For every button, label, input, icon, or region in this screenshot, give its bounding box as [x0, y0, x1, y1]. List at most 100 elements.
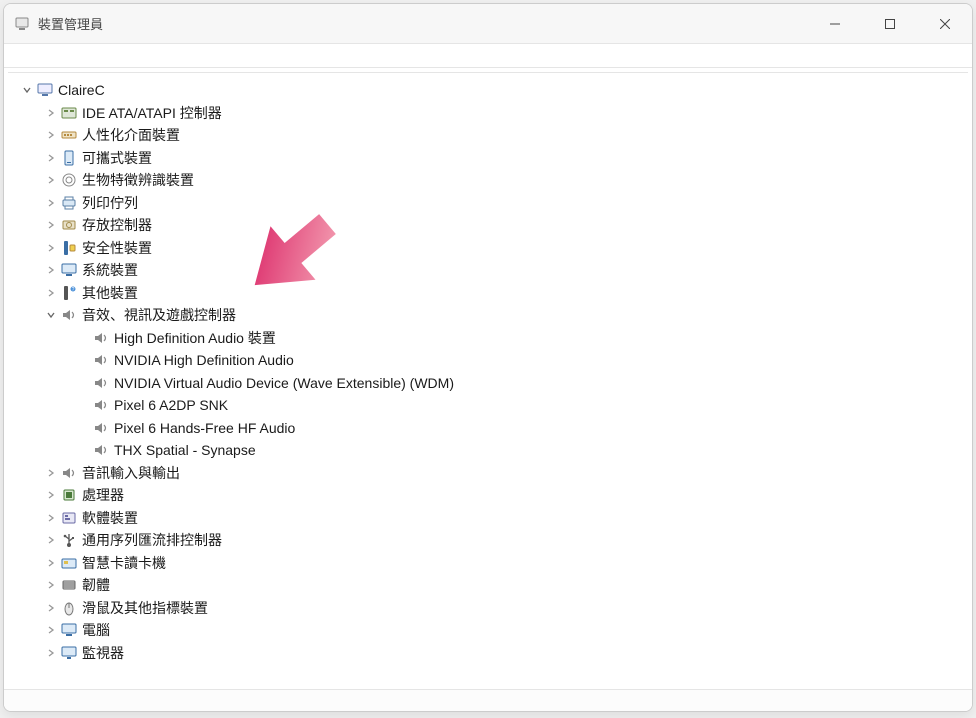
tree-device[interactable]: NVIDIA High Definition Audio [16, 349, 968, 372]
tree-category[interactable]: 安全性裝置 [16, 237, 968, 260]
content-area: ClaireC IDE ATA/ATAPI 控制器人性化介面裝置可攜式裝置生物特… [8, 72, 968, 689]
speaker-icon [92, 419, 110, 437]
category-label: 智慧卡讀卡機 [82, 553, 166, 573]
titlebar: 裝置管理員 [4, 4, 972, 44]
category-label: 滑鼠及其他指標裝置 [82, 598, 208, 618]
chevron-right-icon[interactable] [44, 511, 58, 525]
speaker-icon [92, 351, 110, 369]
speaker-icon [92, 374, 110, 392]
device-label: Pixel 6 A2DP SNK [114, 397, 228, 413]
chevron-down-icon[interactable] [44, 308, 58, 322]
tree-category[interactable]: 監視器 [16, 642, 968, 665]
tree-category[interactable]: 音效、視訊及遊戲控制器 [16, 304, 968, 327]
printer-icon [60, 194, 78, 212]
category-label: 韌體 [82, 575, 110, 595]
chevron-right-icon[interactable] [44, 488, 58, 502]
chevron-right-icon[interactable] [44, 173, 58, 187]
ide-icon [60, 104, 78, 122]
tree-category[interactable]: 處理器 [16, 484, 968, 507]
tree-device[interactable]: THX Spatial - Synapse [16, 439, 968, 462]
category-label: 列印佇列 [82, 193, 138, 213]
tree-category[interactable]: 人性化介面裝置 [16, 124, 968, 147]
tree-category[interactable]: 軟體裝置 [16, 507, 968, 530]
speaker-out-icon [60, 464, 78, 482]
tree-device[interactable]: Pixel 6 A2DP SNK [16, 394, 968, 417]
device-label: THX Spatial - Synapse [114, 442, 256, 458]
tree-device[interactable]: NVIDIA Virtual Audio Device (Wave Extens… [16, 372, 968, 395]
chevron-down-icon[interactable] [20, 83, 34, 97]
other-icon: ? [60, 284, 78, 302]
tree-category[interactable]: 韌體 [16, 574, 968, 597]
device-label: NVIDIA Virtual Audio Device (Wave Extens… [114, 375, 454, 391]
tree-category[interactable]: 列印佇列 [16, 192, 968, 215]
device-tree[interactable]: ClaireC IDE ATA/ATAPI 控制器人性化介面裝置可攜式裝置生物特… [8, 73, 968, 689]
chevron-right-icon[interactable] [44, 533, 58, 547]
computer-icon [36, 81, 54, 99]
device-manager-window: 裝置管理員 [3, 3, 973, 712]
category-label: 處理器 [82, 485, 124, 505]
window-controls [807, 4, 972, 43]
category-label: 安全性裝置 [82, 238, 152, 258]
category-label: IDE ATA/ATAPI 控制器 [82, 103, 222, 123]
category-label: 軟體裝置 [82, 508, 138, 528]
security-icon [60, 239, 78, 257]
chevron-right-icon[interactable] [44, 128, 58, 142]
tree-category[interactable]: 通用序列匯流排控制器 [16, 529, 968, 552]
device-label: NVIDIA High Definition Audio [114, 352, 294, 368]
tree-category[interactable]: 可攜式裝置 [16, 147, 968, 170]
chevron-right-icon[interactable] [44, 196, 58, 210]
chevron-right-icon[interactable] [44, 466, 58, 480]
speaker-icon [92, 441, 110, 459]
category-label: 生物特徵辨識裝置 [82, 170, 194, 190]
tree-category[interactable]: 滑鼠及其他指標裝置 [16, 597, 968, 620]
chevron-right-icon[interactable] [44, 286, 58, 300]
category-label: 音訊輸入與輸出 [82, 463, 180, 483]
tree-category[interactable]: IDE ATA/ATAPI 控制器 [16, 102, 968, 125]
category-label: 通用序列匯流排控制器 [82, 530, 222, 550]
tree-category[interactable]: 電腦 [16, 619, 968, 642]
device-label: High Definition Audio 裝置 [114, 328, 276, 348]
chevron-right-icon[interactable] [44, 218, 58, 232]
category-label: 其他裝置 [82, 283, 138, 303]
speaker-icon [92, 396, 110, 414]
window-title: 裝置管理員 [38, 14, 103, 33]
category-label: 系統裝置 [82, 260, 138, 280]
tree-device[interactable]: High Definition Audio 裝置 [16, 327, 968, 350]
tree-category[interactable]: 智慧卡讀卡機 [16, 552, 968, 575]
tree-category[interactable]: 生物特徵辨識裝置 [16, 169, 968, 192]
portable-icon [60, 149, 78, 167]
monitor-icon [60, 644, 78, 662]
chevron-right-icon[interactable] [44, 151, 58, 165]
tree-category[interactable]: 存放控制器 [16, 214, 968, 237]
chevron-right-icon[interactable] [44, 578, 58, 592]
chevron-right-icon[interactable] [44, 263, 58, 277]
category-label: 存放控制器 [82, 215, 152, 235]
category-label: 監視器 [82, 643, 124, 663]
chevron-right-icon[interactable] [44, 646, 58, 660]
usb-icon [60, 531, 78, 549]
chevron-right-icon[interactable] [44, 106, 58, 120]
chevron-right-icon[interactable] [44, 556, 58, 570]
tree-root[interactable]: ClaireC [16, 79, 968, 102]
smartcard-icon [60, 554, 78, 572]
device-label: Pixel 6 Hands-Free HF Audio [114, 420, 295, 436]
maximize-button[interactable] [862, 4, 917, 43]
tree-category[interactable]: 系統裝置 [16, 259, 968, 282]
mouse-icon [60, 599, 78, 617]
svg-text:?: ? [72, 287, 75, 293]
chevron-right-icon[interactable] [44, 241, 58, 255]
chevron-right-icon[interactable] [44, 623, 58, 637]
firmware-icon [60, 576, 78, 594]
close-button[interactable] [917, 4, 972, 43]
minimize-button[interactable] [807, 4, 862, 43]
chevron-right-icon[interactable] [44, 601, 58, 615]
speaker-icon [60, 306, 78, 324]
hid-icon [60, 126, 78, 144]
app-icon [14, 16, 30, 32]
tree-category[interactable]: ? 其他裝置 [16, 282, 968, 305]
category-label: 音效、視訊及遊戲控制器 [82, 305, 236, 325]
system-icon [60, 261, 78, 279]
tree-category[interactable]: 音訊輸入與輸出 [16, 462, 968, 485]
statusbar [4, 689, 972, 711]
tree-device[interactable]: Pixel 6 Hands-Free HF Audio [16, 417, 968, 440]
